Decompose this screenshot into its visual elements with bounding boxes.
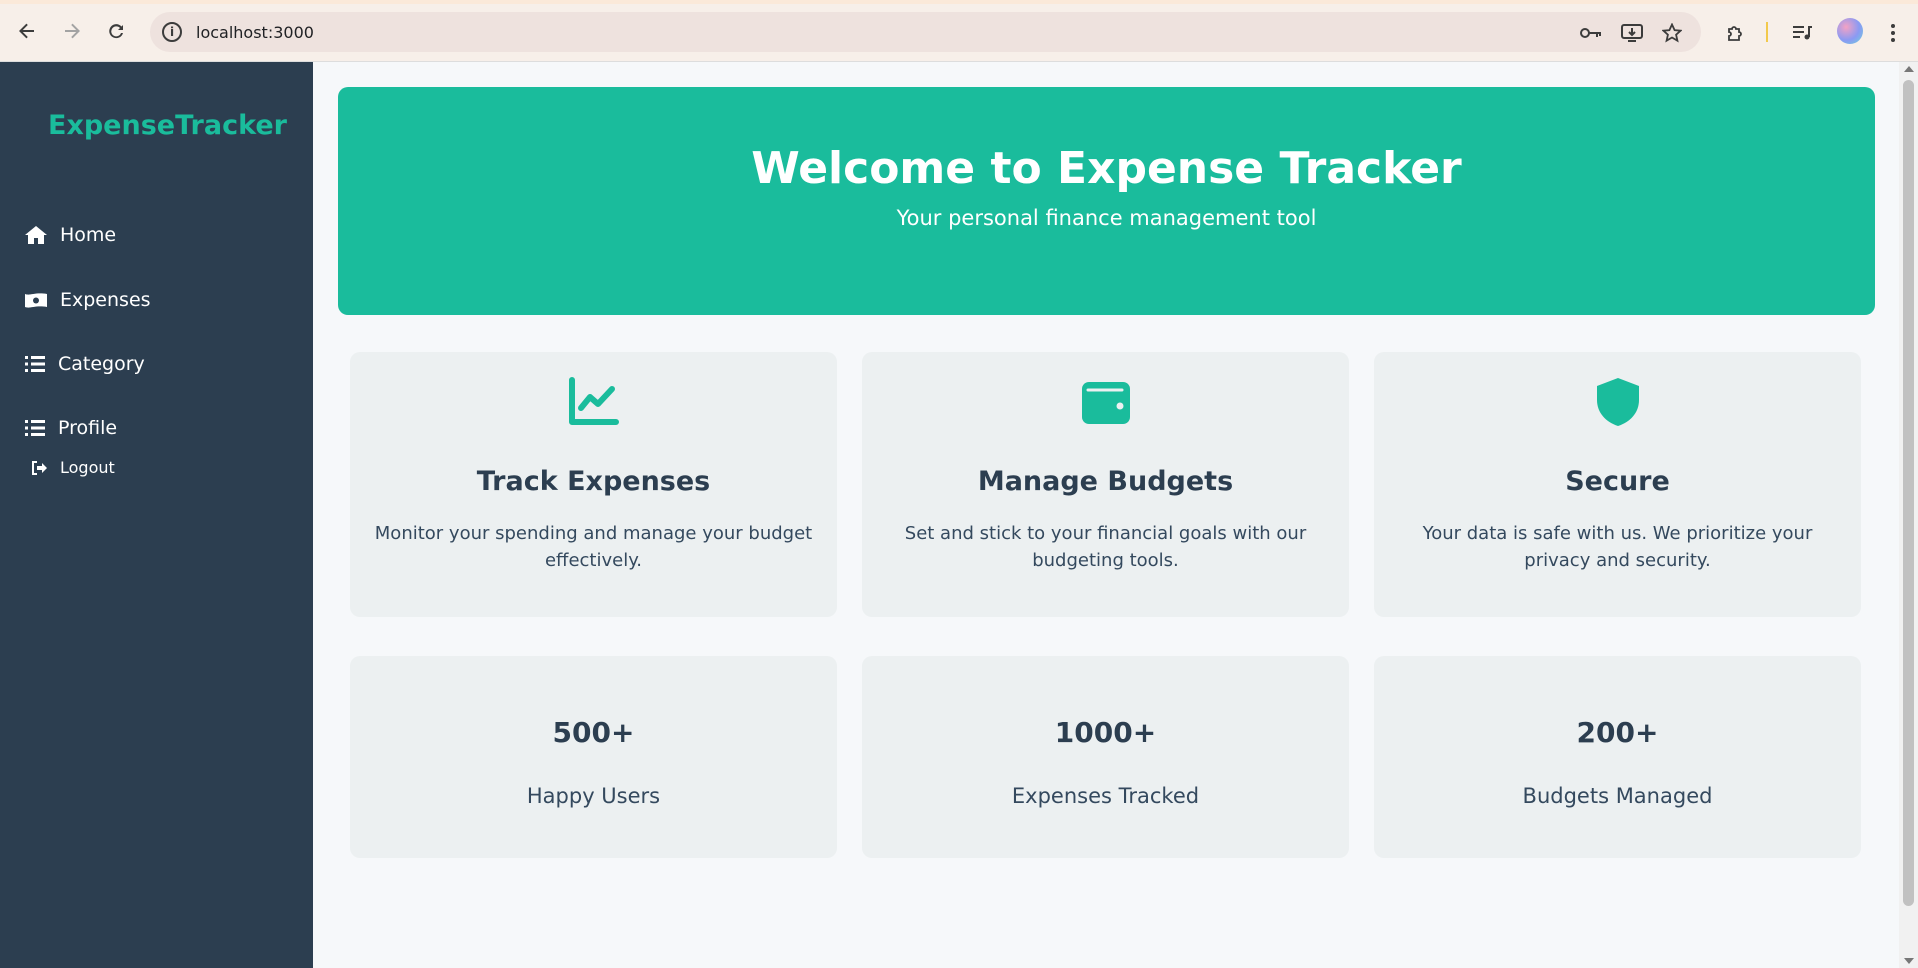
browser-toolbar: i localhost:3000 <box>0 0 1918 62</box>
feature-card-secure: Secure Your data is safe with us. We pri… <box>1374 352 1861 617</box>
page-scrollbar[interactable] <box>1899 62 1918 968</box>
sidebar-item-label: Logout <box>60 458 115 477</box>
url-text[interactable]: localhost:3000 <box>196 23 314 42</box>
sidebar-item-label: Profile <box>58 417 118 439</box>
extensions-icon[interactable] <box>1722 20 1748 46</box>
feature-title: Track Expenses <box>476 466 711 497</box>
reload-icon <box>109 24 123 39</box>
shield-icon <box>1596 378 1639 426</box>
sidebar-item-label: Category <box>58 353 145 375</box>
stat-label: Expenses Tracked <box>1011 784 1200 808</box>
toolbar-separator <box>1766 22 1768 42</box>
sidebar-item-category[interactable]: Category <box>24 353 145 375</box>
bookmark-star-icon[interactable] <box>1659 20 1685 46</box>
tab-strip-edge <box>0 0 1918 4</box>
sidebar-item-home[interactable]: Home <box>24 224 116 246</box>
menu-dots-icon[interactable] <box>1880 20 1906 46</box>
stat-value: 500+ <box>552 716 635 749</box>
feature-card-budgets: Manage Budgets Set and stick to your fin… <box>862 352 1349 617</box>
install-app-icon[interactable] <box>1619 20 1645 46</box>
stat-card-expenses: 1000+ Expenses Tracked <box>862 656 1349 858</box>
sidebar-item-label: Expenses <box>60 289 151 311</box>
stat-value: 1000+ <box>1054 716 1157 749</box>
list-icon <box>25 356 45 372</box>
site-info-icon[interactable]: i <box>162 22 182 42</box>
stat-card-users: 500+ Happy Users <box>350 656 837 858</box>
feature-title: Manage Budgets <box>977 466 1234 497</box>
chart-line-icon <box>568 377 619 425</box>
stat-label: Happy Users <box>526 784 661 808</box>
wallet-icon <box>1081 382 1130 424</box>
stat-card-budgets: 200+ Budgets Managed <box>1374 656 1861 858</box>
password-key-icon[interactable] <box>1578 20 1604 46</box>
list-icon <box>25 420 45 436</box>
arrow-left-icon <box>19 23 34 39</box>
sidebar-item-profile[interactable]: Profile <box>24 417 117 439</box>
scroll-down-icon[interactable] <box>1904 958 1914 964</box>
feature-description: Set and stick to your financial goals wi… <box>904 523 1307 571</box>
hero-title: Welcome to Expense Tracker <box>751 143 1462 194</box>
hero-banner: Welcome to Expense Tracker Your personal… <box>338 87 1875 315</box>
main-content: Welcome to Expense Tracker Your personal… <box>313 62 1899 968</box>
brand-logo[interactable]: ExpenseTracker <box>48 110 287 141</box>
reload-button[interactable] <box>104 18 130 44</box>
scroll-up-icon[interactable] <box>1904 66 1914 72</box>
forward-button[interactable] <box>59 18 85 44</box>
sidebar-item-logout[interactable]: Logout <box>30 458 115 477</box>
feature-description: Monitor your spending and manage your bu… <box>374 523 813 571</box>
scrollbar-thumb[interactable] <box>1903 80 1914 906</box>
feature-description: Your data is safe with us. We prioritize… <box>1422 523 1813 571</box>
logout-icon <box>32 460 47 475</box>
sidebar-item-expenses[interactable]: Expenses <box>24 289 151 311</box>
feature-card-track: Track Expenses Monitor your spending and… <box>350 352 837 617</box>
media-queue-icon[interactable] <box>1789 20 1815 46</box>
money-icon <box>25 293 47 308</box>
feature-title: Secure <box>1565 466 1670 497</box>
stat-label: Budgets Managed <box>1522 784 1713 808</box>
sidebar-item-label: Home <box>60 224 117 246</box>
sidebar: ExpenseTracker Home Expenses Category Pr… <box>0 62 313 968</box>
arrow-right-icon <box>65 23 80 39</box>
back-button[interactable] <box>14 18 40 44</box>
stat-value: 200+ <box>1576 716 1659 749</box>
home-icon <box>25 226 47 244</box>
address-bar[interactable]: i localhost:3000 <box>150 12 1701 52</box>
profile-avatar[interactable] <box>1837 18 1863 44</box>
hero-subtitle: Your personal finance management tool <box>896 206 1317 230</box>
